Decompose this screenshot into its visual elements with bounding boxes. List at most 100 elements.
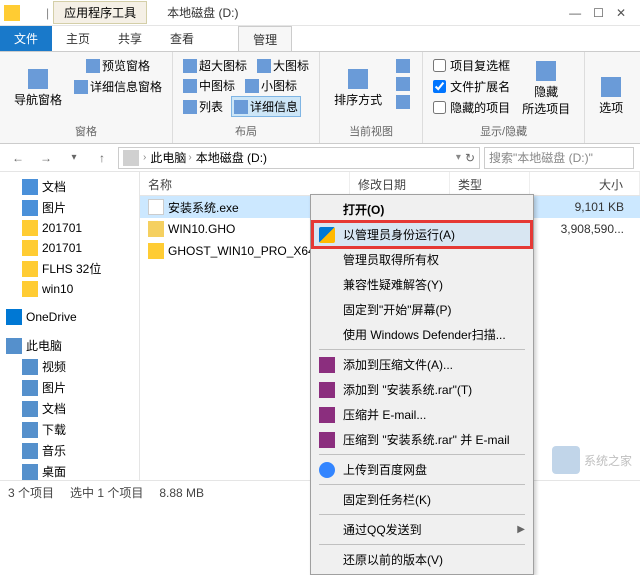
menu-item[interactable]: 压缩并 E-mail... [313,402,531,427]
maximize-button[interactable]: ☐ [593,6,604,20]
minimize-button[interactable]: — [569,6,581,20]
tree-thispc[interactable]: 此电脑 [2,335,137,356]
sort-button[interactable]: 排序方式 [328,56,388,121]
tree-onedrive[interactable]: OneDrive [2,307,137,327]
menu-item[interactable]: 固定到"开始"屏幕(P) [313,297,531,322]
search-input[interactable]: 搜索"本地磁盘 (D:)" [484,147,634,169]
tab-view[interactable]: 查看 [156,26,208,51]
tree-item[interactable]: 图片 [2,377,137,398]
sizecol-button[interactable] [394,94,412,110]
item-checkbox-toggle[interactable]: 项目复选框 [431,56,512,75]
folder-icon [22,179,38,195]
tree-item[interactable]: 图片 [2,197,137,218]
col-name[interactable]: 名称 [140,172,350,195]
smallicon-icon [245,79,259,93]
menu-item[interactable]: 兼容性疑难解答(Y) [313,272,531,297]
ribbon-tabs: 文件 主页 共享 查看 管理 [0,26,640,52]
tree-item[interactable]: FLHS 32位 [2,258,137,279]
group-label-showhide: 显示/隐藏 [431,121,576,139]
blank-icon [319,277,335,293]
tab-file[interactable]: 文件 [0,26,52,51]
small-icon-button[interactable]: 小图标 [243,76,299,95]
crumb-drive[interactable]: 本地磁盘 (D:) [196,149,267,166]
folder-icon [22,464,38,480]
options-icon [601,77,621,97]
tree-item[interactable]: win10 [2,279,137,299]
path-dropdown[interactable]: ▾ [456,152,461,163]
file-icon [148,243,164,259]
addcol-button[interactable] [394,76,412,92]
menu-item[interactable]: 使用 Windows Defender扫描... [313,322,531,347]
med-icon-button[interactable]: 中图标 [181,76,237,95]
menu-item[interactable]: 以管理员身份运行(A) [313,222,531,247]
tab-home[interactable]: 主页 [52,26,104,51]
status-size: 8.88 MB [159,486,204,500]
qat-icon[interactable] [24,5,40,21]
preview-pane-button[interactable]: 预览窗格 [72,56,164,75]
menu-item[interactable]: 通过QQ发送到▶ [313,517,531,542]
titlebar: | 应用程序工具 本地磁盘 (D:) — ☐ ✕ [0,0,640,26]
preview-icon [86,59,100,73]
onedrive-icon [6,309,22,325]
list-button[interactable]: 列表 [181,96,225,117]
forward-button[interactable]: → [34,146,58,170]
tree-item[interactable]: 文档 [2,176,137,197]
close-button[interactable]: ✕ [616,6,626,20]
blank-icon [319,552,335,568]
status-count: 3 个项目 [8,484,54,501]
sort-icon [348,69,368,89]
menu-item[interactable]: 添加到 "安装系统.rar"(T) [313,377,531,402]
crumb-thispc[interactable]: 此电脑› [150,149,191,166]
details-button[interactable]: 详细信息 [231,96,301,117]
tree-item[interactable]: 201701 [2,238,137,258]
nav-pane-button[interactable]: 导航窗格 [8,56,68,121]
tree-item[interactable]: 下载 [2,419,137,440]
menu-item[interactable]: 打开(O) [313,197,531,222]
menu-separator [319,484,525,485]
tree-item[interactable]: 音乐 [2,440,137,461]
detail-icon [74,80,88,94]
hidden-items-toggle[interactable]: 隐藏的项目 [431,98,512,117]
menu-item[interactable]: 固定到任务栏(K) [313,487,531,512]
largeicon-icon [257,59,271,73]
nav-pane-icon [28,69,48,89]
list-icon [183,100,197,114]
up-button[interactable]: ↑ [90,146,114,170]
group-label-view: 当前视图 [328,121,414,139]
tree-item[interactable]: 201701 [2,218,137,238]
back-button[interactable]: ← [6,146,30,170]
tree-item[interactable]: 文档 [2,398,137,419]
address-path[interactable]: › 此电脑› 本地磁盘 (D:) ▾ ↻ [118,147,480,169]
window-title: 本地磁盘 (D:) [167,4,238,21]
col-type[interactable]: 类型 [450,172,530,195]
folder-icon [22,401,38,417]
tab-share[interactable]: 共享 [104,26,156,51]
menu-item[interactable]: 压缩到 "安装系统.rar" 并 E-mail [313,427,531,452]
tab-manage[interactable]: 管理 [238,26,292,51]
file-ext-toggle[interactable]: 文件扩展名 [431,77,512,96]
refresh-button[interactable]: ↻ [465,151,475,165]
groupby-button[interactable] [394,58,412,74]
recent-button[interactable]: ▾ [62,146,86,170]
tree-item[interactable]: 视频 [2,356,137,377]
path-drive-icon [123,150,139,166]
col-date[interactable]: 修改日期 [350,172,450,195]
baidu-icon [319,462,335,478]
tree-item[interactable]: 桌面 [2,461,137,480]
watermark-icon [552,446,580,474]
menu-item[interactable]: 还原以前的版本(V) [313,547,531,572]
contextual-tab[interactable]: 应用程序工具 [53,1,147,24]
large-icon-button[interactable]: 大图标 [255,56,311,75]
menu-item[interactable]: 添加到压缩文件(A)... [313,352,531,377]
submenu-arrow-icon: ▶ [517,524,525,535]
menu-item[interactable]: 上传到百度网盘 [313,457,531,482]
detail-pane-button[interactable]: 详细信息窗格 [72,77,164,96]
column-headers: 名称 修改日期 类型 大小 [140,172,640,196]
hide-button[interactable]: 隐藏 所选项目 [516,56,576,121]
menu-item[interactable]: 管理员取得所有权 [313,247,531,272]
col-size[interactable]: 大小 [530,172,640,195]
pc-icon [6,338,22,354]
big-icon-button[interactable]: 超大图标 [181,56,249,75]
blank-icon [319,202,335,218]
options-button[interactable]: 选项 [593,56,629,137]
